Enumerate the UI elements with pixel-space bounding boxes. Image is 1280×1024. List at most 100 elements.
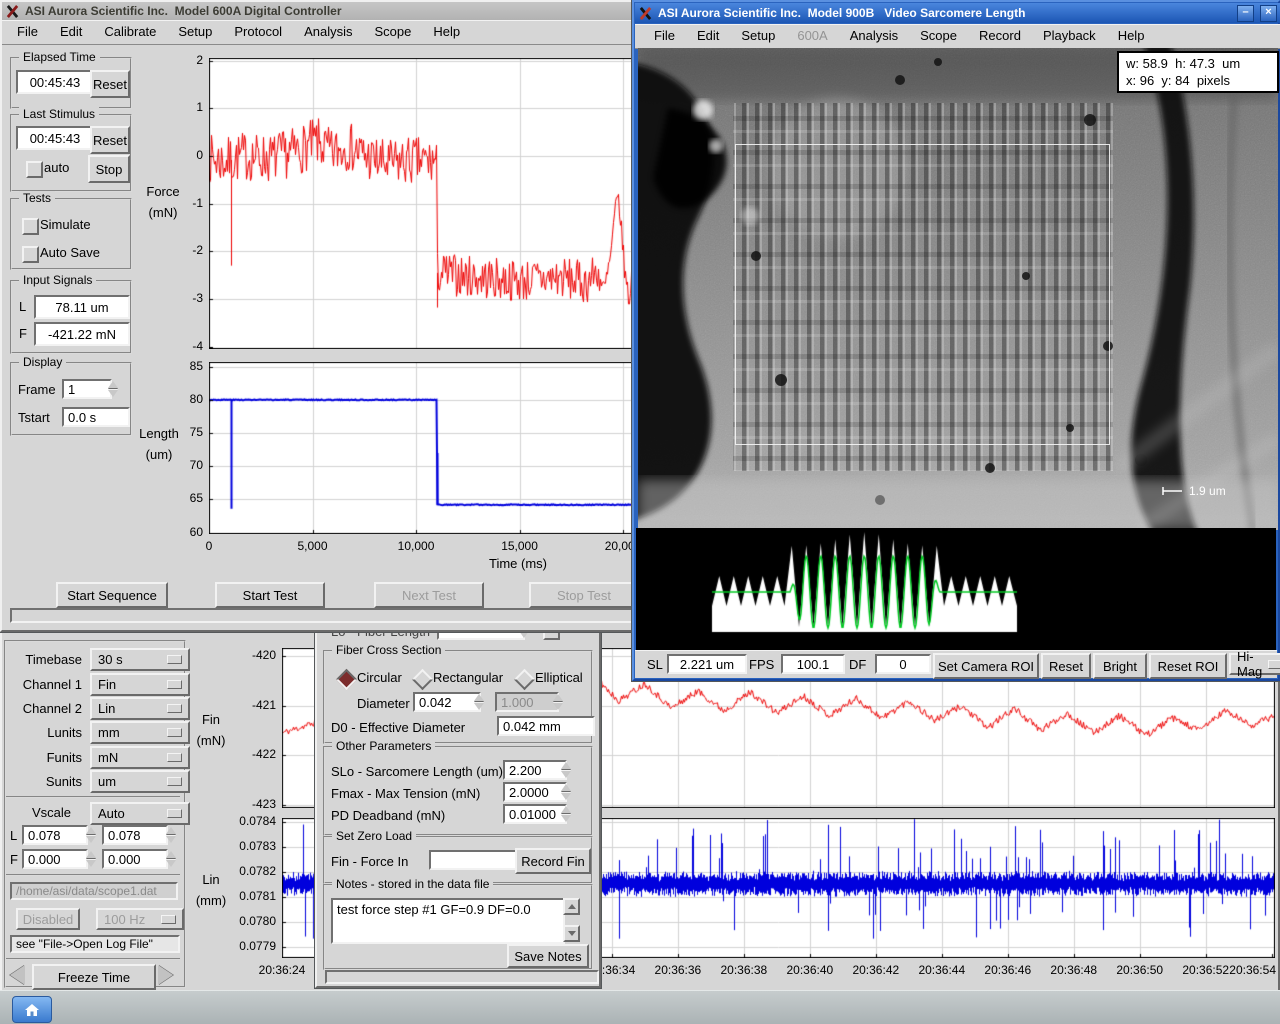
df-field[interactable]: 0 xyxy=(875,654,931,674)
menu-record[interactable]: Record xyxy=(968,24,1032,48)
menu-playback[interactable]: Playback xyxy=(1032,24,1107,48)
vscale-l2-spinner[interactable] xyxy=(164,825,177,845)
freeze-time-button[interactable]: Freeze Time xyxy=(32,964,156,990)
axis-label: Lin xyxy=(176,872,246,887)
next-test-button[interactable]: Next Test xyxy=(374,582,484,608)
funits-dropdown[interactable]: mN xyxy=(90,746,190,769)
menu-analysis[interactable]: Analysis xyxy=(839,24,909,48)
timebase-dropdown[interactable]: 30 s xyxy=(90,648,190,671)
scale-bar-label: 1.9 um xyxy=(1189,484,1226,498)
set-camera-roi-button[interactable]: Set Camera ROI xyxy=(933,653,1039,679)
group-title: Fiber Cross Section xyxy=(332,643,445,657)
fmax-field[interactable]: 2.0000 xyxy=(503,782,567,802)
start-sequence-button[interactable]: Start Sequence xyxy=(56,582,168,608)
status-bar-600a xyxy=(10,608,638,623)
vscale-f-label: F xyxy=(10,852,18,867)
home-folder-icon[interactable] xyxy=(12,996,52,1023)
separator xyxy=(6,958,180,960)
vscale-f1-spinner[interactable] xyxy=(84,849,97,869)
menu-calibrate[interactable]: Calibrate xyxy=(93,20,167,44)
logging-disabled-button[interactable]: Disabled xyxy=(16,908,80,930)
menu-help[interactable]: Help xyxy=(422,20,471,44)
stimulus-auto-checkbox[interactable] xyxy=(26,161,43,178)
frame-field[interactable]: 1 xyxy=(62,379,112,399)
vscale-f1-field[interactable]: 0.000 xyxy=(22,849,88,869)
simulate-checkbox[interactable] xyxy=(22,218,39,235)
channel1-dropdown[interactable]: Fin xyxy=(90,673,190,696)
d0-field[interactable]: 0.042 mm xyxy=(497,716,595,736)
auto-save-checkbox[interactable] xyxy=(22,246,39,263)
scroll-down-icon[interactable] xyxy=(563,925,580,942)
menu-scope[interactable]: Scope xyxy=(364,20,423,44)
vscale-l1-field[interactable]: 0.078 xyxy=(22,825,88,845)
close-icon[interactable]: × xyxy=(1260,5,1277,22)
vscale-mode-dropdown[interactable]: Auto xyxy=(90,802,190,825)
slo-field[interactable]: 2.200 xyxy=(503,760,567,780)
sample-rate-dropdown[interactable]: 100 Hz xyxy=(96,908,184,930)
start-test-button[interactable]: Start Test xyxy=(215,582,325,608)
scroll-right-button[interactable] xyxy=(158,965,173,985)
menu-edit[interactable]: Edit xyxy=(49,20,93,44)
tick-label: 20:36:54 xyxy=(1196,963,1276,977)
menubar-900b: File Edit Setup 600A Analysis Scope Reco… xyxy=(635,24,1280,49)
fmax-spinner[interactable] xyxy=(559,782,572,802)
fin-force-in-field[interactable] xyxy=(429,850,517,870)
tstart-field[interactable]: 0.0 s xyxy=(62,407,130,427)
titlebar-600a[interactable]: ASI Aurora Scientific Inc. Model 600A Di… xyxy=(2,2,646,20)
pd-deadband-field[interactable]: 0.01000 xyxy=(503,804,567,824)
log-hint-field: see "File->Open Log File" xyxy=(10,935,180,953)
vscale-f2-field[interactable]: 0.000 xyxy=(102,849,168,869)
menu-help[interactable]: Help xyxy=(1107,24,1156,48)
pd-deadband-spinner[interactable] xyxy=(559,804,572,824)
sunits-dropdown[interactable]: um xyxy=(90,770,190,793)
measurement-overlay: w: 58.9 h: 47.3 um x: 96 y: 84 pixels xyxy=(1117,51,1279,93)
vscale-f2-spinner[interactable] xyxy=(164,849,177,869)
vscale-l1-spinner[interactable] xyxy=(84,825,97,845)
menu-file[interactable]: File xyxy=(6,20,49,44)
notes-textarea[interactable]: test force step #1 GF=0.9 DF=0.0 xyxy=(331,898,565,944)
scroll-up-icon[interactable] xyxy=(563,898,580,915)
bright-button[interactable]: Bright xyxy=(1093,653,1147,679)
stop-test-button[interactable]: Stop Test xyxy=(529,582,639,608)
menu-file[interactable]: File xyxy=(643,24,686,48)
tstart-label: Tstart xyxy=(18,410,50,425)
diameter-field[interactable]: 0.042 xyxy=(413,692,481,712)
menu-scope[interactable]: Scope xyxy=(909,24,968,48)
vscale-l2-field[interactable]: 0.078 xyxy=(102,825,168,845)
reset-button[interactable]: Reset xyxy=(1041,653,1091,679)
hi-mag-toggle[interactable]: Hi-Mag xyxy=(1229,653,1280,675)
lunits-dropdown[interactable]: mm xyxy=(90,721,190,744)
roi-rectangle[interactable] xyxy=(735,144,1110,445)
menu-protocol[interactable]: Protocol xyxy=(223,20,293,44)
tick-label: -4 xyxy=(145,339,203,353)
elliptical-label: Elliptical xyxy=(535,670,583,685)
menu-edit[interactable]: Edit xyxy=(686,24,730,48)
dialog-status-field xyxy=(325,970,599,984)
notes-scrollbar[interactable] xyxy=(563,898,580,942)
slo-spinner[interactable] xyxy=(559,760,572,780)
channel2-dropdown[interactable]: Lin xyxy=(90,697,190,720)
fps-field[interactable]: 100.1 xyxy=(781,654,845,674)
sl-field[interactable]: 2.221 um xyxy=(667,654,747,674)
scroll-left-button[interactable] xyxy=(10,965,25,985)
menu-setup[interactable]: Setup xyxy=(730,24,786,48)
titlebar-900b[interactable]: ASI Aurora Scientific Inc. Model 900B Vi… xyxy=(635,3,1280,23)
diameter-spinner[interactable] xyxy=(472,692,485,712)
menu-analysis[interactable]: Analysis xyxy=(293,20,363,44)
frame-spinner[interactable] xyxy=(106,379,119,399)
reset-roi-button[interactable]: Reset ROI xyxy=(1149,653,1227,679)
menubar-600a: File Edit Calibrate Setup Protocol Analy… xyxy=(2,20,642,45)
record-fin-button[interactable]: Record Fin xyxy=(515,848,591,874)
tick-label: -421 xyxy=(218,698,276,712)
menu-600a[interactable]: 600A xyxy=(786,24,838,48)
tick-label: 0.0784 xyxy=(218,814,276,828)
menu-setup[interactable]: Setup xyxy=(167,20,223,44)
minimize-icon[interactable]: – xyxy=(1237,5,1254,22)
elapsed-reset-button[interactable]: Reset xyxy=(90,70,130,98)
save-notes-button[interactable]: Save Notes xyxy=(507,944,589,968)
diameter2-spinner[interactable] xyxy=(551,692,564,712)
stimulus-reset-button[interactable]: Reset xyxy=(90,126,130,154)
tick-label: -423 xyxy=(218,797,276,811)
stimulus-stop-button[interactable]: Stop xyxy=(88,155,130,183)
tick-label: 2 xyxy=(145,53,203,67)
